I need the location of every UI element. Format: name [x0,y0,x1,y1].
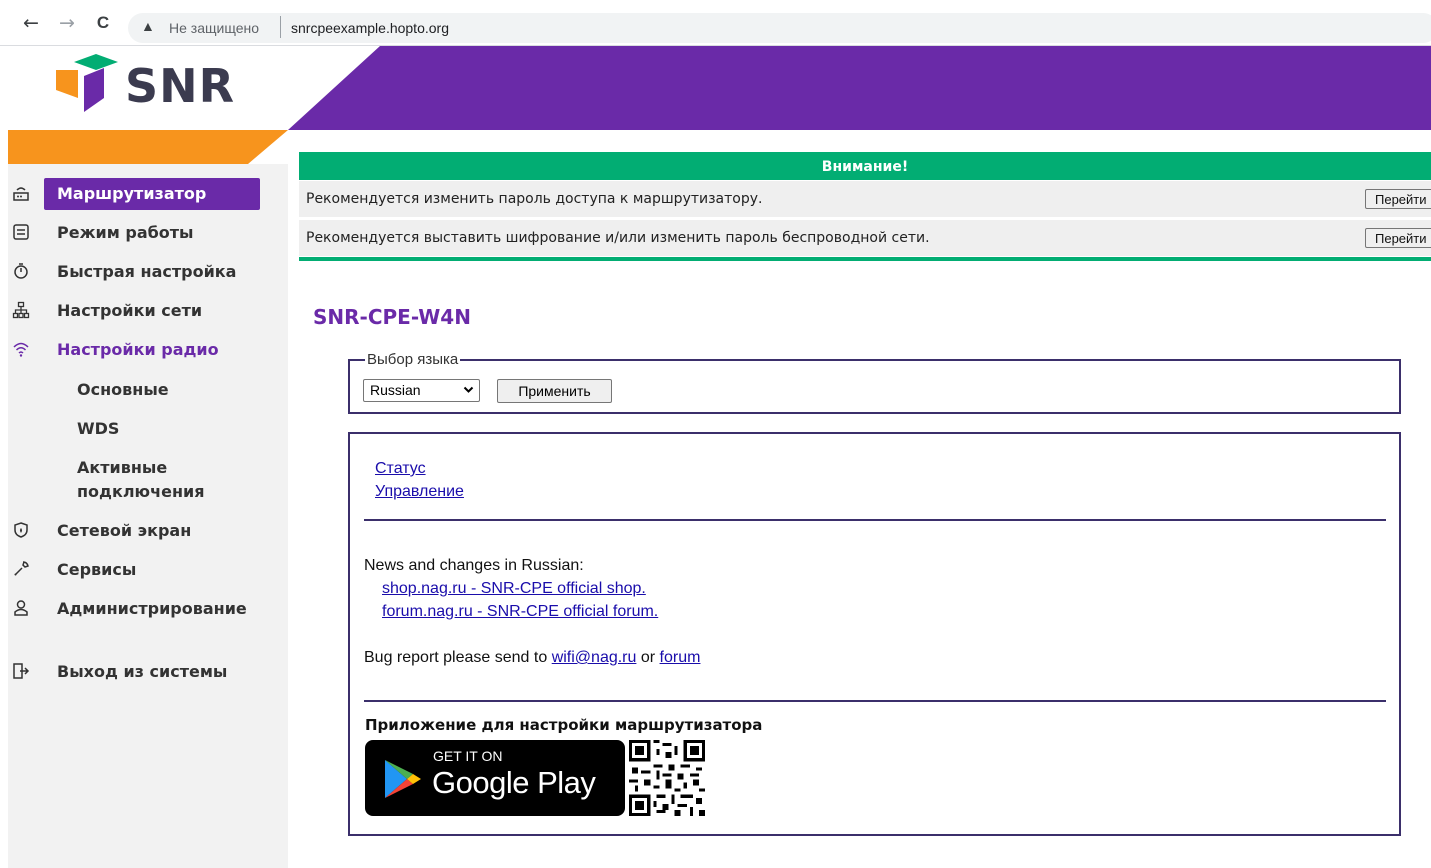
alert-title: Внимание! [299,152,1431,180]
google-play-icon [385,760,421,798]
alert-message: Рекомендуется выставить шифрование и/или… [306,230,930,246]
browser-toolbar: ← → C ▲ Не защищено snrcpeexample.hopto.… [0,0,1431,46]
sidebar-item-router[interactable]: Маршрутизатор [8,177,288,211]
badge-big-text: Google Play [432,765,596,800]
sidebar-item-label: Администрирование [57,599,247,618]
chevron-down-icon [463,380,474,408]
divider [364,519,1386,521]
sidebar: Маршрутизатор Режим работы Быстрая настр… [8,164,288,868]
page-title: SNR-CPE-W4N [313,305,471,329]
language-legend: Выбор языка [365,351,461,368]
bug-forum-link[interactable]: forum [660,649,701,666]
sidebar-item-label: Сетевой экран [57,521,192,540]
alert-row: Рекомендуется изменить пароль доступа к … [299,181,1431,219]
language-selected-value: Russian [370,382,421,398]
sidebar-item-label: Выход из системы [57,662,228,681]
alert-message: Рекомендуется изменить пароль доступа к … [306,191,763,207]
submenu-item-active-connections[interactable]: Активные [77,456,167,480]
status-link[interactable]: Статус [375,460,426,478]
shield-icon [11,521,31,541]
stopwatch-icon [11,262,31,282]
sidebar-item-label: Маршрутизатор [57,184,207,203]
sidebar-item-label: Настройки сети [57,301,203,320]
router-icon [11,184,31,204]
wrench-icon [11,560,31,580]
shop-link[interactable]: shop.nag.ru - SNR-CPE official shop. [382,580,646,598]
submenu-item-wds[interactable]: WDS [77,417,119,441]
bug-report-or: or [640,649,656,666]
back-icon[interactable]: ← [19,11,43,35]
app-section-title: Приложение для настройки маршрутизатора [365,716,763,734]
mode-icon [11,223,31,243]
qr-code-image [629,740,705,816]
network-icon [11,301,31,321]
security-status[interactable]: Не защищено [169,20,259,36]
email-link[interactable]: wifi@nag.ru [552,649,637,666]
sidebar-item-quick-setup[interactable]: Быстрая настройка [8,255,288,289]
alert-bottom-border [299,257,1431,261]
language-select[interactable]: Russian [363,379,480,402]
divider [364,700,1386,702]
sidebar-item-network[interactable]: Настройки сети [8,294,288,328]
page-header: SNR [8,46,1431,164]
snr-logo-icon [56,54,118,112]
logo-text: SNR [125,59,236,113]
goto-wireless-button[interactable]: Перейти [1365,228,1431,248]
sidebar-item-label: Сервисы [57,560,137,579]
goto-password-button[interactable]: Перейти [1365,189,1431,209]
sidebar-item-label: Быстрая настройка [57,262,237,281]
wifi-icon [11,340,31,360]
warning-icon[interactable]: ▲ [141,18,155,34]
address-url[interactable]: snrcpeexample.hopto.org [291,20,449,36]
address-divider [280,16,281,38]
badge-small-text: GET IT ON [433,748,503,764]
sidebar-item-label: Режим работы [57,223,194,242]
forward-icon[interactable]: → [55,11,79,35]
sidebar-item-radio[interactable]: Настройки радио [8,333,288,367]
sidebar-item-label: Настройки радио [57,340,219,359]
forum-link[interactable]: forum.nag.ru - SNR-CPE official forum. [382,603,658,621]
google-play-badge[interactable]: GET IT ON Google Play [365,740,625,816]
sidebar-item-administration[interactable]: Администрирование [8,592,288,626]
bug-report-line: Bug report please send to wifi@nag.ru or… [364,649,700,667]
alert-row: Рекомендуется выставить шифрование и/или… [299,220,1431,256]
reload-icon[interactable]: C [91,11,115,35]
submenu-item-active-connections-line2[interactable]: подключения [77,480,204,504]
sidebar-item-logout[interactable]: Выход из системы [8,655,288,689]
bug-report-text: Bug report please send to [364,649,548,666]
management-link[interactable]: Управление [375,483,464,501]
sidebar-item-services[interactable]: Сервисы [8,553,288,587]
alert-panel: Внимание! Рекомендуется изменить пароль … [299,152,1431,261]
sidebar-item-firewall[interactable]: Сетевой экран [8,514,288,548]
apply-button[interactable]: Применить [497,379,612,403]
sidebar-item-mode[interactable]: Режим работы [8,216,288,250]
admin-icon [11,599,31,619]
submenu-item-basic[interactable]: Основные [77,378,169,402]
logout-icon [11,662,31,682]
news-heading: News and changes in Russian: [364,557,584,574]
